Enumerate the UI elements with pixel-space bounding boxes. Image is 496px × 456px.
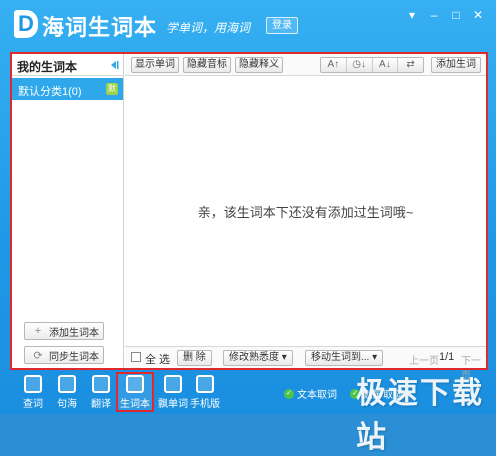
translate-icon xyxy=(92,375,110,393)
app-logo: D xyxy=(14,10,38,38)
empty-state-message: 亲，该生词本下还没有添加过生词哦~ xyxy=(197,205,414,220)
site-watermark: 极速下载站 xyxy=(356,376,484,455)
minimize-icon[interactable]: – xyxy=(424,6,444,24)
add-wordbook-label: 添加生词本 xyxy=(49,327,99,339)
app-title: 海词生词本 xyxy=(42,16,158,41)
footer-bar: 全 选 删 除 修改熟悉度 ▾ 移动生词到... ▾ 上一页 1/1 下一页 xyxy=(125,346,486,382)
default-badge: 默 xyxy=(106,83,118,95)
title-bar: D 海词生词本 学单词，用海词 登录 ▾ – □ ✕ xyxy=(0,0,496,48)
window-controls: ▾ – □ ✕ xyxy=(402,6,488,24)
sort-by-time-icon[interactable]: ◷↓ xyxy=(347,58,373,72)
nav-wordbook[interactable]: 生词本 xyxy=(116,372,154,412)
sort-alpha-icon[interactable]: A↓ xyxy=(373,58,399,72)
font-size-icon[interactable]: A↑ xyxy=(321,58,347,72)
nav-float-word[interactable]: 飘单词 xyxy=(158,374,188,410)
app-window: D 海词生词本 学单词，用海词 登录 ▾ – □ ✕ 我的生词本 默认分类1(0… xyxy=(0,0,496,455)
plus-icon: + xyxy=(34,325,42,337)
float-word-icon xyxy=(164,375,182,393)
menu-dropdown-icon[interactable]: ▾ xyxy=(402,6,422,24)
nav-search-label: 查词 xyxy=(23,399,43,410)
sort-toolbar-group: A↑ ◷↓ A↓ ⇄ xyxy=(320,57,424,73)
sync-wordbook-button[interactable]: ⟳ 同步生词本 xyxy=(24,346,104,364)
sync-icon: ⟳ xyxy=(33,349,43,362)
hide-meaning-button[interactable]: 隐藏释义 xyxy=(235,57,283,73)
sidebar-header: 我的生词本 xyxy=(12,54,123,76)
search-icon xyxy=(24,375,42,393)
select-all-label[interactable]: 全 选 xyxy=(145,351,170,367)
mobile-icon xyxy=(196,375,214,393)
maximize-icon[interactable]: □ xyxy=(446,6,466,24)
modify-familiarity-dropdown[interactable]: 修改熟悉度 ▾ xyxy=(223,350,293,366)
sidebar-title: 我的生词本 xyxy=(17,60,78,74)
wordbook-panel: 我的生词本 默认分类1(0) 默 + 添加生词本 ⟳ 同步生词本 显示单词 隐藏 xyxy=(10,52,488,382)
login-button[interactable]: 登录 xyxy=(266,17,298,34)
delete-button[interactable]: 删 除 xyxy=(177,350,212,366)
folder-label: 默认分类1(0) xyxy=(18,86,82,98)
nav-translate[interactable]: 翻译 xyxy=(86,374,116,410)
page-indicator: 1/1 xyxy=(439,351,455,363)
add-word-button[interactable]: 添加生词 xyxy=(431,57,481,73)
move-words-dropdown[interactable]: 移动生词到... ▾ xyxy=(305,350,384,366)
nav-float-word-label: 飘单词 xyxy=(158,399,188,410)
check-icon: ✓ xyxy=(284,388,294,399)
prev-page-link[interactable]: 上一页 xyxy=(409,352,439,367)
nav-sentence[interactable]: 句海 xyxy=(52,374,82,410)
nav-wordbook-label: 生词本 xyxy=(120,399,150,410)
wordbook-icon xyxy=(126,375,144,393)
sentence-icon xyxy=(58,375,76,393)
hide-phonetic-button[interactable]: 隐藏音标 xyxy=(183,57,231,73)
text-capture-label: 文本取词 xyxy=(297,390,337,401)
toolbar: 显示单词 隐藏音标 隐藏释义 A↑ ◷↓ A↓ ⇄ 添加生词 xyxy=(125,54,486,76)
add-wordbook-button[interactable]: + 添加生词本 xyxy=(24,322,104,340)
nav-mobile-label: 手机版 xyxy=(190,399,220,410)
show-words-button[interactable]: 显示单词 xyxy=(131,57,179,73)
nav-search[interactable]: 查词 xyxy=(18,374,48,410)
close-icon[interactable]: ✕ xyxy=(468,6,488,24)
nav-sentence-label: 句海 xyxy=(57,399,77,410)
sidebar-item-default-folder[interactable]: 默认分类1(0) 默 xyxy=(12,78,123,100)
collapse-sidebar-icon[interactable] xyxy=(109,60,119,70)
app-slogan: 学单词，用海词 xyxy=(166,21,251,35)
text-capture-toggle[interactable]: ✓ 文本取词 xyxy=(284,386,337,401)
shuffle-icon[interactable]: ⇄ xyxy=(398,58,423,72)
sidebar: 我的生词本 默认分类1(0) 默 + 添加生词本 ⟳ 同步生词本 xyxy=(12,54,124,368)
sync-wordbook-label: 同步生词本 xyxy=(49,351,99,363)
nav-mobile[interactable]: 手机版 xyxy=(190,374,220,410)
select-all-checkbox[interactable] xyxy=(131,352,141,362)
nav-translate-label: 翻译 xyxy=(91,399,111,410)
